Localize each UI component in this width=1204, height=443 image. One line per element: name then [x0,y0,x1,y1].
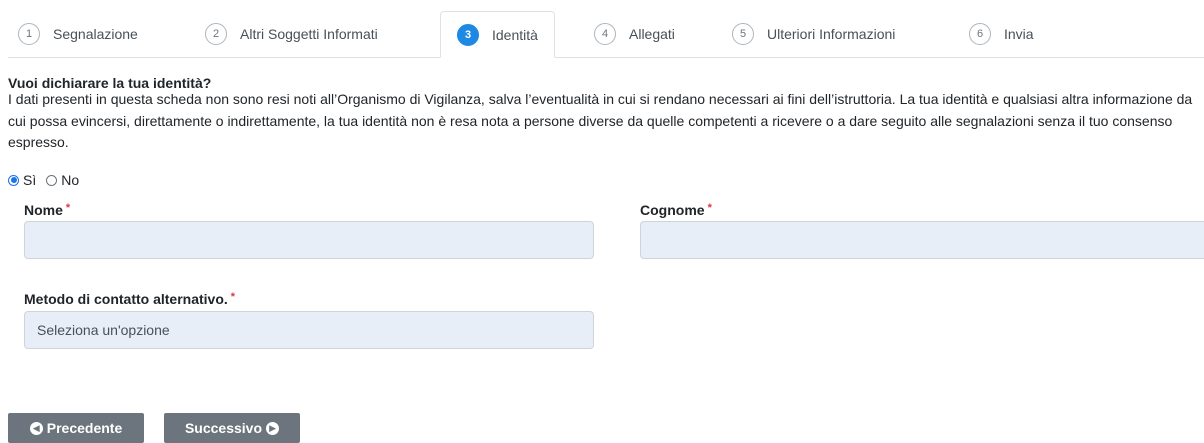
radio-no-label: No [61,172,80,188]
tab-label-segnalazione: Segnalazione [53,25,138,42]
tab-label-altri-soggetti: Altri Soggetti Informati [240,25,378,42]
radio-no[interactable]: No [46,172,79,188]
contact-method-selected-value: Seleziona un'opzione [37,322,170,338]
tab-number-6: 6 [969,22,991,45]
identity-step-page: 1 Segnalazione 2 Altri Soggetti Informat… [0,0,1204,443]
tab-number-2: 2 [205,22,227,45]
identity-description: I dati presenti in questa scheda non son… [8,91,1193,150]
radio-no-indicator[interactable] [46,174,58,186]
cognome-input[interactable] [640,221,1204,259]
arrow-circle-left-icon: ◀ [29,421,43,435]
tab-allegati[interactable]: 4 Allegati [594,11,675,56]
arrow-circle-right-icon: ▶ [266,421,280,435]
tab-altri-soggetti-informati[interactable]: 2 Altri Soggetti Informati [205,11,378,56]
tab-number-5: 5 [732,22,754,45]
previous-button[interactable]: ◀ Precedente [8,413,144,443]
contact-method-label-text: Metodo di contatto alternativo. [24,291,228,307]
nome-required-mark: * [65,202,71,214]
tab-label-allegati: Allegati [629,25,675,42]
nome-label-text: Nome [24,202,63,218]
previous-button-label: Precedente [46,420,123,436]
wizard-tabs: 1 Segnalazione 2 Altri Soggetti Informat… [8,11,1204,58]
cognome-label: Cognome * [640,202,712,218]
tab-number-4: 4 [594,22,616,45]
tab-label-ulteriori: Ulteriori Informazioni [767,25,896,42]
tab-segnalazione[interactable]: 1 Segnalazione [18,11,138,56]
identity-radio-group: Sì No [8,172,89,188]
contact-method-required-mark: * [230,291,236,303]
tab-invia[interactable]: 6 Invia [969,11,1034,56]
tab-identita[interactable]: 3 Identità [440,11,555,58]
radio-si-label: Sì [23,172,37,188]
cognome-required-mark: * [707,202,712,214]
nome-label: Nome * [24,202,70,218]
tab-number-3: 3 [457,23,479,46]
next-button[interactable]: Successivo ▶ [164,413,300,443]
tab-label-invia: Invia [1004,25,1034,42]
radio-si[interactable]: Sì [8,172,36,188]
tab-label-identita: Identità [492,26,538,43]
tab-ulteriori-informazioni[interactable]: 5 Ulteriori Informazioni [732,11,895,56]
contact-method-label: Metodo di contatto alternativo. * [24,291,235,307]
radio-si-indicator[interactable] [8,174,19,186]
nome-input[interactable] [24,221,594,259]
cognome-label-text: Cognome [640,202,705,218]
tab-number-1: 1 [18,22,40,45]
next-button-label: Successivo [184,420,263,436]
contact-method-select[interactable]: Seleziona un'opzione [24,311,594,349]
